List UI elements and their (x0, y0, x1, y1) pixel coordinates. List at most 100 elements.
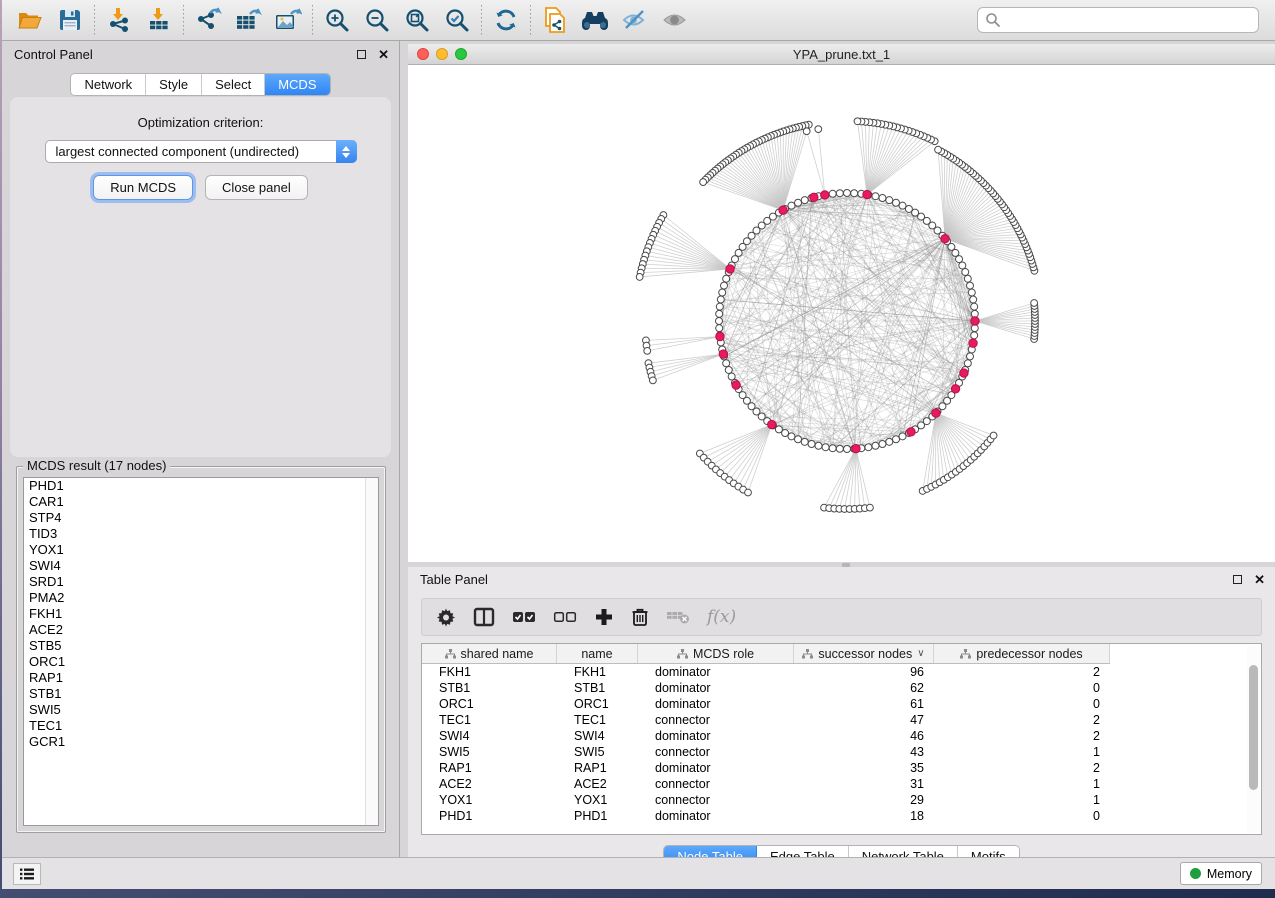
mcds-result-item[interactable]: TEC1 (24, 718, 378, 734)
run-mcds-button[interactable]: Run MCDS (93, 175, 193, 200)
mcds-result-item[interactable]: STP4 (24, 510, 378, 526)
close-panel-button[interactable]: Close panel (205, 175, 308, 200)
table-cell[interactable]: 62 (794, 680, 934, 696)
table-cell[interactable]: 2 (934, 760, 1110, 776)
mcds-result-item[interactable]: STB1 (24, 686, 378, 702)
mcds-result-item[interactable]: ACE2 (24, 622, 378, 638)
table-cell[interactable]: 47 (794, 712, 934, 728)
column-header-shared-name[interactable]: shared name (422, 644, 557, 663)
table-cell[interactable]: SWI5 (422, 744, 557, 760)
column-header-name[interactable]: name (557, 644, 638, 663)
add-column-icon[interactable] (594, 607, 614, 627)
table-cell[interactable]: TEC1 (422, 712, 557, 728)
table-row[interactable]: RAP1RAP1dominator352 (422, 760, 1261, 776)
refresh-icon[interactable] (486, 3, 526, 37)
hide-selected-icon[interactable] (615, 3, 655, 37)
close-table-panel-icon[interactable]: ✕ (1254, 573, 1265, 586)
table-cell[interactable]: 18 (794, 808, 934, 824)
network-canvas[interactable] (408, 65, 1275, 562)
table-cell[interactable]: 96 (794, 664, 934, 680)
table-cell[interactable]: ORC1 (422, 696, 557, 712)
mcds-result-item[interactable]: ORC1 (24, 654, 378, 670)
table-scrollbar[interactable] (1247, 645, 1260, 833)
mcds-result-item[interactable]: FKH1 (24, 606, 378, 622)
table-cell[interactable]: connector (638, 712, 794, 728)
deselect-all-icon[interactable] (553, 610, 577, 624)
mcds-result-item[interactable]: GCR1 (24, 734, 378, 750)
table-row[interactable]: PHD1PHD1dominator180 (422, 808, 1261, 824)
table-cell[interactable]: 29 (794, 792, 934, 808)
table-cell[interactable]: PHD1 (422, 808, 557, 824)
tab-network[interactable]: Network (71, 74, 146, 95)
float-table-panel-icon[interactable] (1233, 575, 1242, 584)
table-cell[interactable]: FKH1 (557, 664, 638, 680)
table-cell[interactable]: connector (638, 776, 794, 792)
import-table-icon[interactable] (139, 3, 179, 37)
table-cell[interactable]: STB1 (422, 680, 557, 696)
table-cell[interactable]: RAP1 (422, 760, 557, 776)
mcds-result-item[interactable]: YOX1 (24, 542, 378, 558)
table-cell[interactable]: 2 (934, 728, 1110, 744)
table-cell[interactable]: TEC1 (557, 712, 638, 728)
table-cell[interactable]: connector (638, 792, 794, 808)
mcds-result-item[interactable]: SWI5 (24, 702, 378, 718)
tab-mcds[interactable]: MCDS (265, 74, 329, 95)
table-cell[interactable]: ACE2 (422, 776, 557, 792)
table-cell[interactable]: ORC1 (557, 696, 638, 712)
export-network-icon[interactable] (188, 3, 228, 37)
table-row[interactable]: ACE2ACE2connector311 (422, 776, 1261, 792)
table-cell[interactable]: dominator (638, 728, 794, 744)
table-cell[interactable]: SWI4 (557, 728, 638, 744)
table-row[interactable]: SWI5SWI5connector431 (422, 744, 1261, 760)
table-cell[interactable]: 1 (934, 792, 1110, 808)
table-options-gear-icon[interactable] (436, 607, 456, 627)
mcds-result-item[interactable]: CAR1 (24, 494, 378, 510)
save-session-icon[interactable] (50, 3, 90, 37)
table-cell[interactable]: 0 (934, 808, 1110, 824)
mcds-result-item[interactable]: PHD1 (24, 478, 378, 494)
table-cell[interactable]: 2 (934, 712, 1110, 728)
float-panel-icon[interactable] (357, 50, 366, 59)
table-cell[interactable]: 46 (794, 728, 934, 744)
table-cell[interactable]: 35 (794, 760, 934, 776)
mcds-result-item[interactable]: SRD1 (24, 574, 378, 590)
zoom-fit-icon[interactable] (397, 3, 437, 37)
zoom-selected-icon[interactable] (437, 3, 477, 37)
tab-select[interactable]: Select (202, 74, 265, 95)
memory-button[interactable]: Memory (1180, 862, 1262, 885)
table-row[interactable]: ORC1ORC1dominator610 (422, 696, 1261, 712)
open-file-icon[interactable] (10, 3, 50, 37)
table-cell[interactable]: 1 (934, 776, 1110, 792)
table-cell[interactable]: FKH1 (422, 664, 557, 680)
table-cell[interactable]: PHD1 (557, 808, 638, 824)
column-header-MCDS-role[interactable]: MCDS role (638, 644, 794, 663)
table-cell[interactable]: dominator (638, 680, 794, 696)
table-row[interactable]: SWI4SWI4dominator462 (422, 728, 1261, 744)
show-panels-button[interactable] (13, 863, 41, 885)
mcds-list-scrollbar[interactable] (365, 478, 378, 825)
show-columns-icon[interactable] (473, 607, 495, 627)
import-network-icon[interactable] (99, 3, 139, 37)
mcds-result-list[interactable]: PHD1CAR1STP4TID3YOX1SWI4SRD1PMA2FKH1ACE2… (23, 477, 379, 826)
zoom-in-icon[interactable] (317, 3, 357, 37)
table-cell[interactable]: ACE2 (557, 776, 638, 792)
table-cell[interactable]: dominator (638, 760, 794, 776)
table-cell[interactable]: 31 (794, 776, 934, 792)
export-table-icon[interactable] (228, 3, 268, 37)
find-icon[interactable] (575, 3, 615, 37)
mcds-result-item[interactable]: RAP1 (24, 670, 378, 686)
table-cell[interactable]: 61 (794, 696, 934, 712)
table-cell[interactable]: 1 (934, 744, 1110, 760)
tab-style[interactable]: Style (146, 74, 202, 95)
delete-column-icon[interactable] (631, 607, 649, 627)
table-row[interactable]: STB1STB1dominator620 (422, 680, 1261, 696)
mcds-result-item[interactable]: STB5 (24, 638, 378, 654)
zoom-out-icon[interactable] (357, 3, 397, 37)
select-all-icon[interactable] (512, 610, 536, 624)
table-cell[interactable]: connector (638, 744, 794, 760)
table-scrollbar-thumb[interactable] (1249, 665, 1258, 790)
table-cell[interactable]: dominator (638, 808, 794, 824)
column-header-predecessor-nodes[interactable]: predecessor nodes (934, 644, 1110, 663)
function-builder-icon[interactable]: f(x) (707, 607, 736, 627)
table-cell[interactable]: 0 (934, 696, 1110, 712)
